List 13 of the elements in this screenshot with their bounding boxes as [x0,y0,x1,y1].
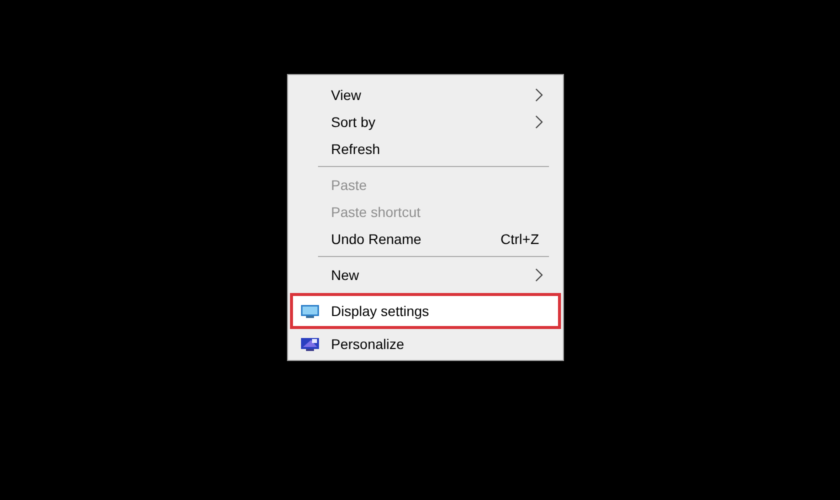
chevron-icon [535,268,543,282]
menu-item[interactable]: Undo Rename Ctrl+Z [288,225,563,252]
desktop-icon [300,336,320,352]
menu-item[interactable]: Sort by [288,108,563,135]
menu-item[interactable]: Refresh [288,135,563,162]
chevron-icon [535,114,543,128]
monitor-icon [300,303,320,319]
menu-item[interactable]: Personalize [288,330,563,357]
menu-item[interactable]: New [288,261,563,288]
shortcut-text: Ctrl+Z [500,230,539,246]
menu-item[interactable]: View [288,81,563,108]
chevron-icon [535,88,543,102]
menu-item[interactable]: Display settings [290,293,561,329]
